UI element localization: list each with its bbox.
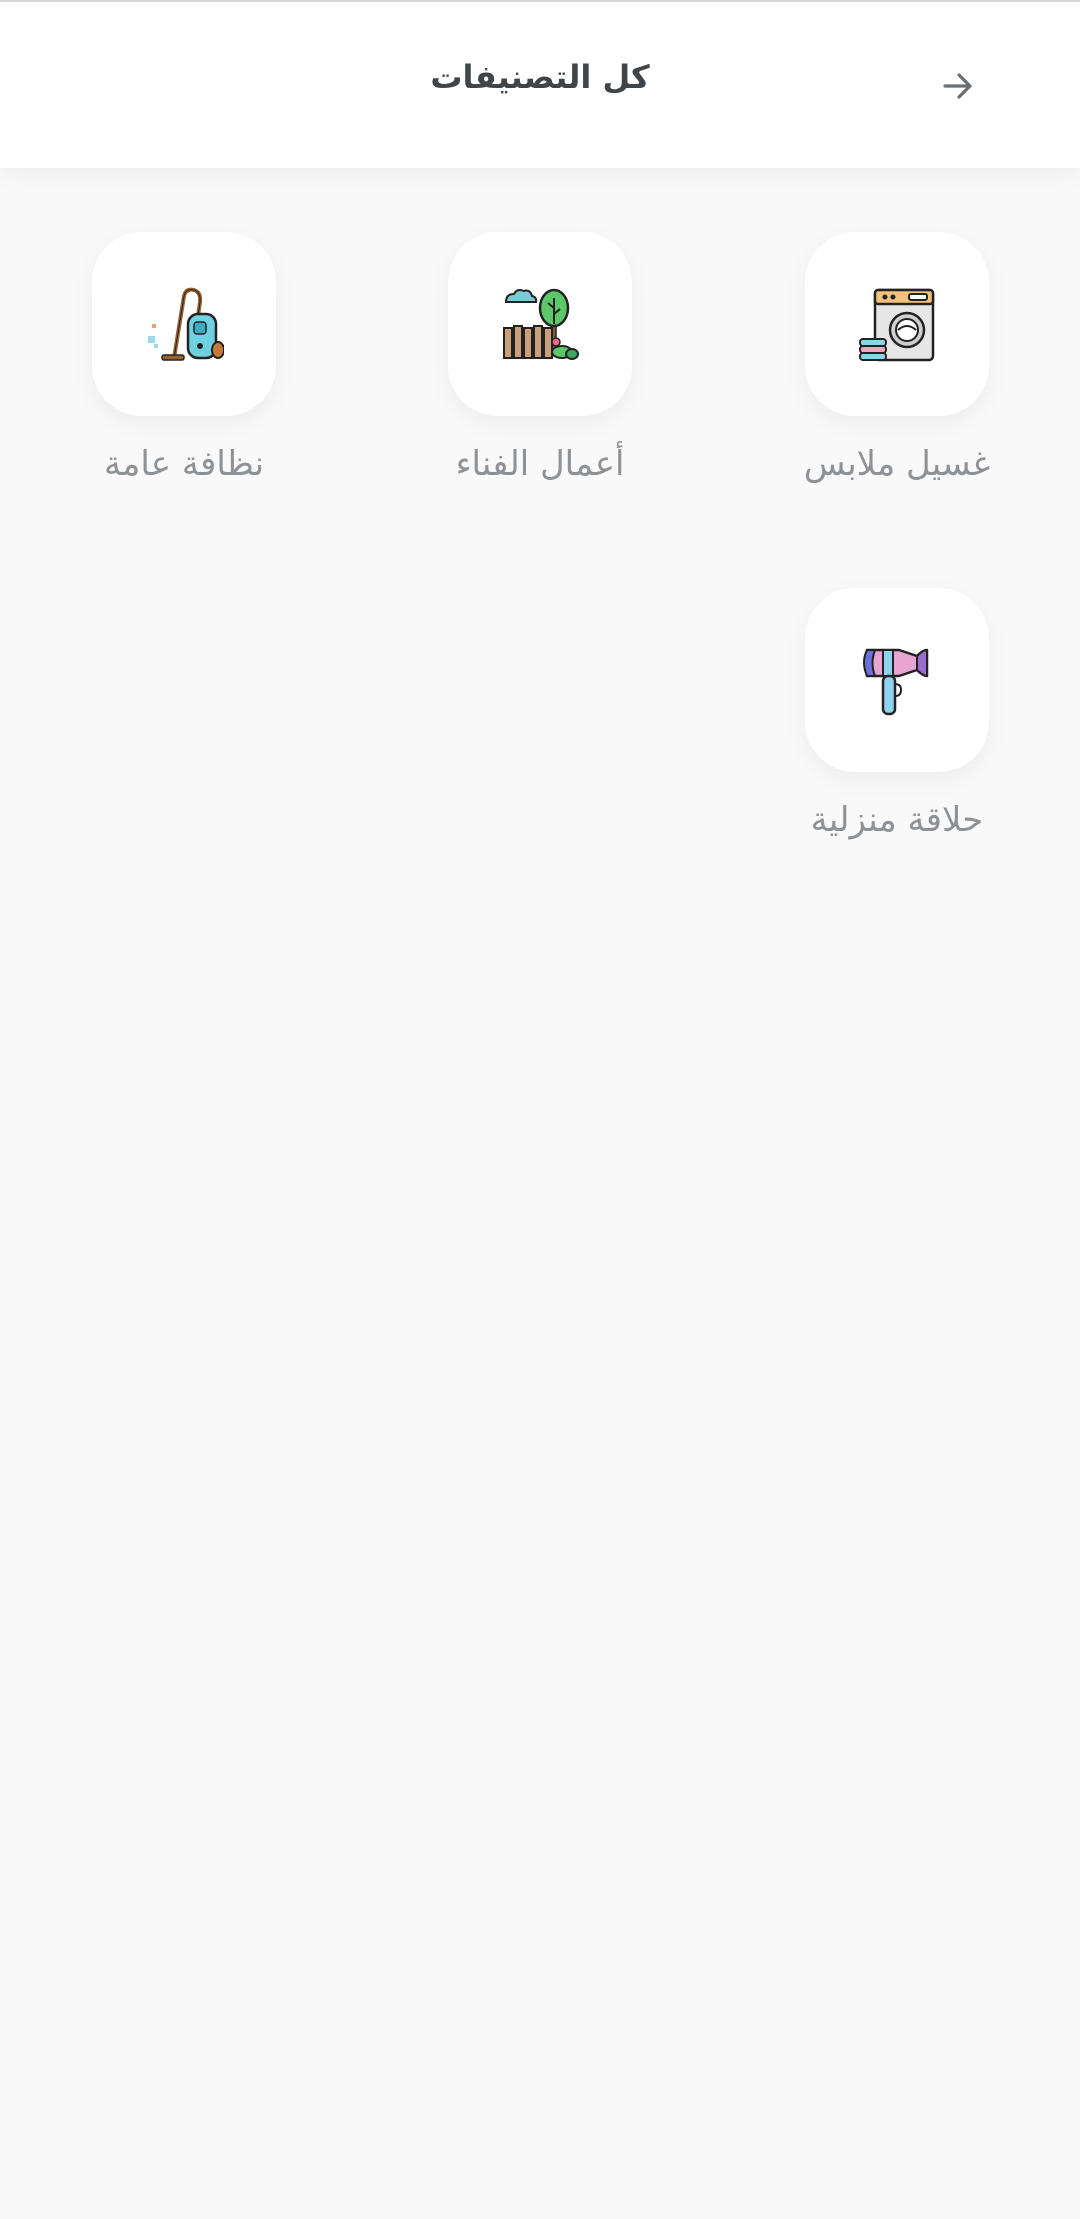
washing-machine-icon: [859, 288, 935, 362]
garden-fence-icon: [503, 288, 579, 360]
category-label: حلاقة منزلية: [810, 800, 984, 840]
category-tile[interactable]: [805, 232, 989, 416]
category-label: نظافة عامة: [103, 444, 265, 484]
category-home-haircut[interactable]: حلاقة منزلية: [767, 588, 1027, 840]
category-laundry[interactable]: غسيل ملابس: [767, 232, 1027, 484]
category-yard-work[interactable]: أعمال الفناء: [410, 232, 670, 484]
category-label: أعمال الفناء: [455, 444, 625, 484]
category-label: غسيل ملابس: [803, 444, 991, 484]
vacuum-cleaner-icon: [148, 287, 224, 361]
hair-dryer-icon: [863, 648, 929, 716]
category-general-cleaning[interactable]: نظافة عامة: [54, 232, 314, 484]
category-tile[interactable]: [805, 588, 989, 772]
category-tile[interactable]: [448, 232, 632, 416]
categories-grid: غسيل ملابس أعمال الفناء نظافة عامة حلاقة…: [0, 0, 1080, 2219]
category-tile[interactable]: [92, 232, 276, 416]
